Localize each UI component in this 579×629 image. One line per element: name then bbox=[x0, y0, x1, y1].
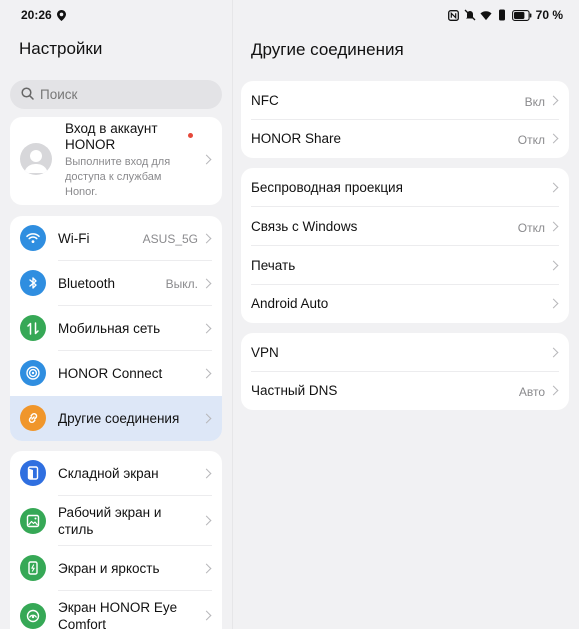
sidebar-item-bluetooth[interactable]: Bluetooth Выкл. bbox=[10, 261, 222, 306]
mobile-network-icon bbox=[20, 315, 46, 341]
sidebar-item-label: Складной экран bbox=[58, 466, 159, 481]
setting-item-vpn[interactable]: VPN bbox=[241, 333, 569, 372]
sidebar-item-home-screen[interactable]: Рабочий экран и стиль bbox=[10, 496, 222, 546]
status-time: 20:26 bbox=[21, 8, 52, 22]
nfc-share-group: NFC Вкл HONOR Share Откл bbox=[241, 81, 569, 158]
projection-group: Беспроводная проекция Связь с Windows От… bbox=[241, 168, 569, 323]
nfc-status-value: Вкл bbox=[524, 95, 545, 109]
setting-label: Частный DNS bbox=[251, 383, 338, 398]
setting-label: Печать bbox=[251, 258, 296, 273]
connectivity-group: Wi-Fi ASUS_5G Bluetooth Выкл. Мобильная … bbox=[10, 216, 222, 441]
page-title: Другие соединения bbox=[251, 40, 404, 59]
location-icon bbox=[56, 9, 68, 21]
wifi-status-icon bbox=[480, 9, 492, 21]
sidebar-item-label: Bluetooth bbox=[58, 276, 116, 291]
sidebar-item-other-connections[interactable]: Другие соединения bbox=[10, 396, 222, 441]
setting-item-nfc[interactable]: NFC Вкл bbox=[241, 81, 569, 120]
sidebar-item-mobile-network[interactable]: Мобильная сеть bbox=[10, 306, 222, 351]
sidebar-item-label: HONOR Connect bbox=[58, 366, 163, 381]
sidebar-item-label: Экран HONOR Eye Comfort bbox=[58, 600, 178, 629]
sidebar-item-display-brightness[interactable]: Экран и яркость bbox=[10, 546, 222, 591]
nfc-status-icon bbox=[448, 9, 460, 21]
account-title: Вход в аккаунт HONOR bbox=[65, 121, 158, 152]
setting-label: Android Auto bbox=[251, 296, 329, 311]
chevron-right-icon bbox=[201, 563, 212, 574]
sidebar-item-label: Другие соединения bbox=[58, 411, 180, 426]
other-connections-pane: 70 % Другие соединения NFC Вкл HONOR Sha… bbox=[233, 0, 579, 629]
chevron-right-icon bbox=[201, 233, 212, 244]
wifi-network-value: ASUS_5G bbox=[142, 232, 198, 246]
chevron-right-icon bbox=[201, 154, 212, 165]
sidebar-item-label: Wi-Fi bbox=[58, 231, 90, 246]
chevron-right-icon bbox=[548, 260, 559, 271]
battery-icon bbox=[511, 9, 532, 21]
bluetooth-status-value: Выкл. bbox=[165, 277, 198, 291]
home-screen-icon bbox=[20, 508, 46, 534]
chevron-right-icon bbox=[201, 610, 212, 621]
chevron-right-icon bbox=[201, 368, 212, 379]
fold-screen-icon bbox=[20, 460, 46, 486]
chevron-right-icon bbox=[548, 182, 559, 193]
avatar bbox=[20, 143, 52, 175]
bluetooth-icon bbox=[20, 270, 46, 296]
mute-icon bbox=[464, 9, 476, 21]
link-icon bbox=[20, 405, 46, 431]
chevron-right-icon bbox=[548, 95, 559, 106]
chevron-right-icon bbox=[201, 413, 212, 424]
page-title: Настройки bbox=[19, 39, 103, 58]
sidebar-item-fold-screen[interactable]: Складной экран bbox=[10, 451, 222, 496]
search-placeholder: Поиск bbox=[40, 87, 78, 102]
setting-item-printing[interactable]: Печать bbox=[241, 246, 569, 285]
sidebar-item-label: Рабочий экран и стиль bbox=[58, 505, 162, 537]
honor-account-card[interactable]: Вход в аккаунт HONOR Выполните вход для … bbox=[10, 117, 222, 205]
sidebar-item-honor-connect[interactable]: HONOR Connect bbox=[10, 351, 222, 396]
link-to-windows-status-value: Откл bbox=[517, 221, 545, 235]
vpn-dns-group: VPN Частный DNS Авто bbox=[241, 333, 569, 410]
status-bar-left: 20:26 bbox=[21, 8, 68, 22]
chevron-right-icon bbox=[548, 221, 559, 232]
chevron-right-icon bbox=[201, 323, 212, 334]
display-icon bbox=[20, 555, 46, 581]
chevron-right-icon bbox=[548, 347, 559, 358]
private-dns-status-value: Авто bbox=[518, 385, 545, 399]
display-group: Складной экран Рабочий экран и стиль Экр… bbox=[10, 451, 222, 629]
wifi-icon bbox=[20, 225, 46, 251]
honor-share-status-value: Откл bbox=[517, 133, 545, 147]
setting-label: NFC bbox=[251, 93, 279, 108]
setting-item-private-dns[interactable]: Частный DNS Авто bbox=[241, 372, 569, 410]
honor-connect-icon bbox=[20, 360, 46, 386]
setting-item-link-to-windows[interactable]: Связь с Windows Откл bbox=[241, 207, 569, 246]
setting-item-android-auto[interactable]: Android Auto bbox=[241, 285, 569, 323]
sidebar-item-label: Экран и яркость bbox=[58, 561, 160, 576]
chevron-right-icon bbox=[548, 133, 559, 144]
setting-label: Беспроводная проекция bbox=[251, 180, 403, 195]
setting-item-honor-share[interactable]: HONOR Share Откл bbox=[241, 120, 569, 158]
setting-label: Связь с Windows bbox=[251, 219, 358, 234]
setting-item-wireless-projection[interactable]: Беспроводная проекция bbox=[241, 168, 569, 207]
search-input[interactable]: Поиск bbox=[10, 80, 222, 109]
settings-pane: 20:26 Настройки Поиск Вход в аккаунт HON… bbox=[0, 0, 232, 629]
sidebar-item-eye-comfort[interactable]: Экран HONOR Eye Comfort bbox=[10, 591, 222, 629]
sidebar-item-wifi[interactable]: Wi-Fi ASUS_5G bbox=[10, 216, 222, 261]
notification-dot bbox=[188, 133, 193, 138]
chevron-right-icon bbox=[201, 468, 212, 479]
vibrate-icon bbox=[496, 9, 508, 21]
chevron-right-icon bbox=[548, 385, 559, 396]
chevron-right-icon bbox=[201, 278, 212, 289]
chevron-right-icon bbox=[548, 298, 559, 309]
eye-comfort-icon bbox=[20, 603, 46, 629]
battery-percent: 70 % bbox=[535, 8, 563, 22]
setting-label: HONOR Share bbox=[251, 131, 342, 146]
setting-label: VPN bbox=[251, 345, 279, 360]
status-bar-right: 70 % bbox=[448, 8, 563, 22]
account-subtitle: Выполните вход для доступа к службам Hon… bbox=[65, 156, 171, 198]
chevron-right-icon bbox=[201, 515, 212, 526]
search-icon bbox=[21, 86, 34, 103]
sidebar-item-label: Мобильная сеть bbox=[58, 321, 161, 336]
